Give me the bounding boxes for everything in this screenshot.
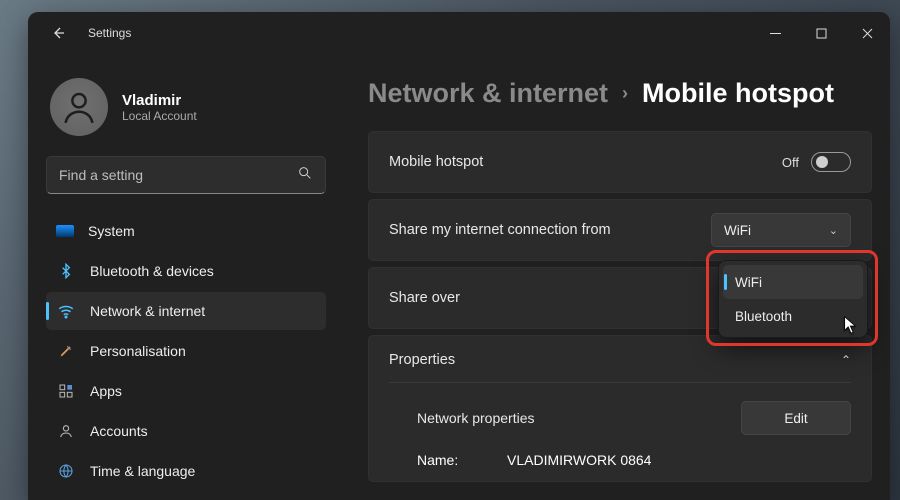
- sidebar-item-system[interactable]: System: [46, 212, 326, 250]
- display-icon: [56, 225, 74, 237]
- sidebar: Vladimir Local Account Find a setting Sy…: [28, 54, 338, 500]
- nav-label: Time & language: [90, 463, 195, 479]
- hotspot-toggle[interactable]: [811, 152, 851, 172]
- sidebar-item-accounts[interactable]: Accounts: [46, 412, 326, 450]
- arrow-left-icon: [50, 25, 66, 41]
- nav-label: Accounts: [90, 423, 148, 439]
- brush-icon: [56, 341, 76, 361]
- maximize-button[interactable]: [798, 12, 844, 54]
- toggle-state-text: Off: [782, 155, 799, 170]
- name-value: VLADIMIRWORK 0864: [507, 452, 651, 468]
- person-icon: [60, 88, 98, 126]
- chevron-right-icon: ›: [622, 83, 628, 104]
- back-button[interactable]: [46, 21, 70, 45]
- close-icon: [862, 28, 873, 39]
- hotspot-toggle-card[interactable]: Mobile hotspot Off: [368, 131, 872, 193]
- nav-label: Personalisation: [90, 343, 186, 359]
- nav-label: System: [88, 223, 135, 239]
- name-label: Name:: [417, 452, 507, 468]
- minimize-icon: [770, 28, 781, 39]
- hotspot-label: Mobile hotspot: [389, 154, 782, 170]
- profile-name: Vladimir: [122, 92, 197, 109]
- bluetooth-icon: [56, 261, 76, 281]
- dropdown-option-wifi[interactable]: WiFi: [723, 265, 863, 299]
- edit-button[interactable]: Edit: [741, 401, 851, 435]
- window-controls: [752, 12, 890, 54]
- maximize-icon: [816, 28, 827, 39]
- settings-window: Settings Vla: [28, 12, 890, 500]
- share-from-value: WiFi: [724, 223, 751, 238]
- share-from-label: Share my internet connection from: [389, 222, 711, 238]
- nav-label: Apps: [90, 383, 122, 399]
- main-pane: Network & internet › Mobile hotspot Mobi…: [338, 54, 890, 500]
- properties-card: Properties ⌃ Network properties Edit Nam…: [368, 335, 872, 482]
- sidebar-item-bluetooth[interactable]: Bluetooth & devices: [46, 252, 326, 290]
- properties-expander[interactable]: Properties ⌃: [389, 352, 851, 382]
- sidebar-item-apps[interactable]: Apps: [46, 372, 326, 410]
- search-input[interactable]: Find a setting: [46, 156, 326, 194]
- sidebar-item-network[interactable]: Network & internet: [46, 292, 326, 330]
- nav-label: Network & internet: [90, 303, 205, 319]
- breadcrumb-current: Mobile hotspot: [642, 78, 834, 109]
- profile-block[interactable]: Vladimir Local Account: [46, 70, 326, 156]
- close-button[interactable]: [844, 12, 890, 54]
- apps-icon: [56, 381, 76, 401]
- search-placeholder: Find a setting: [59, 167, 297, 183]
- wifi-icon: [56, 301, 76, 321]
- search-icon: [297, 165, 313, 186]
- chevron-down-icon: ⌄: [829, 224, 838, 237]
- network-properties-label: Network properties: [417, 410, 741, 426]
- sidebar-item-personalisation[interactable]: Personalisation: [46, 332, 326, 370]
- accounts-icon: [56, 421, 76, 441]
- share-from-select[interactable]: WiFi ⌄: [711, 213, 851, 247]
- share-from-card: Share my internet connection from WiFi ⌄: [368, 199, 872, 261]
- nav-label: Bluetooth & devices: [90, 263, 214, 279]
- breadcrumb-parent[interactable]: Network & internet: [368, 78, 608, 109]
- share-over-label: Share over: [389, 290, 711, 306]
- dropdown-option-bluetooth[interactable]: Bluetooth: [723, 299, 863, 333]
- breadcrumb: Network & internet › Mobile hotspot: [368, 78, 872, 109]
- sidebar-item-time[interactable]: Time & language: [46, 452, 326, 490]
- nav-list: System Bluetooth & devices Ne: [46, 212, 326, 490]
- share-over-dropdown: WiFi Bluetooth: [718, 260, 868, 338]
- profile-subtitle: Local Account: [122, 109, 197, 123]
- minimize-button[interactable]: [752, 12, 798, 54]
- title-bar: Settings: [28, 12, 890, 54]
- globe-icon: [56, 461, 76, 481]
- window-title: Settings: [88, 26, 131, 40]
- properties-header: Properties: [389, 352, 455, 368]
- chevron-up-icon: ⌃: [841, 353, 851, 367]
- avatar: [50, 78, 108, 136]
